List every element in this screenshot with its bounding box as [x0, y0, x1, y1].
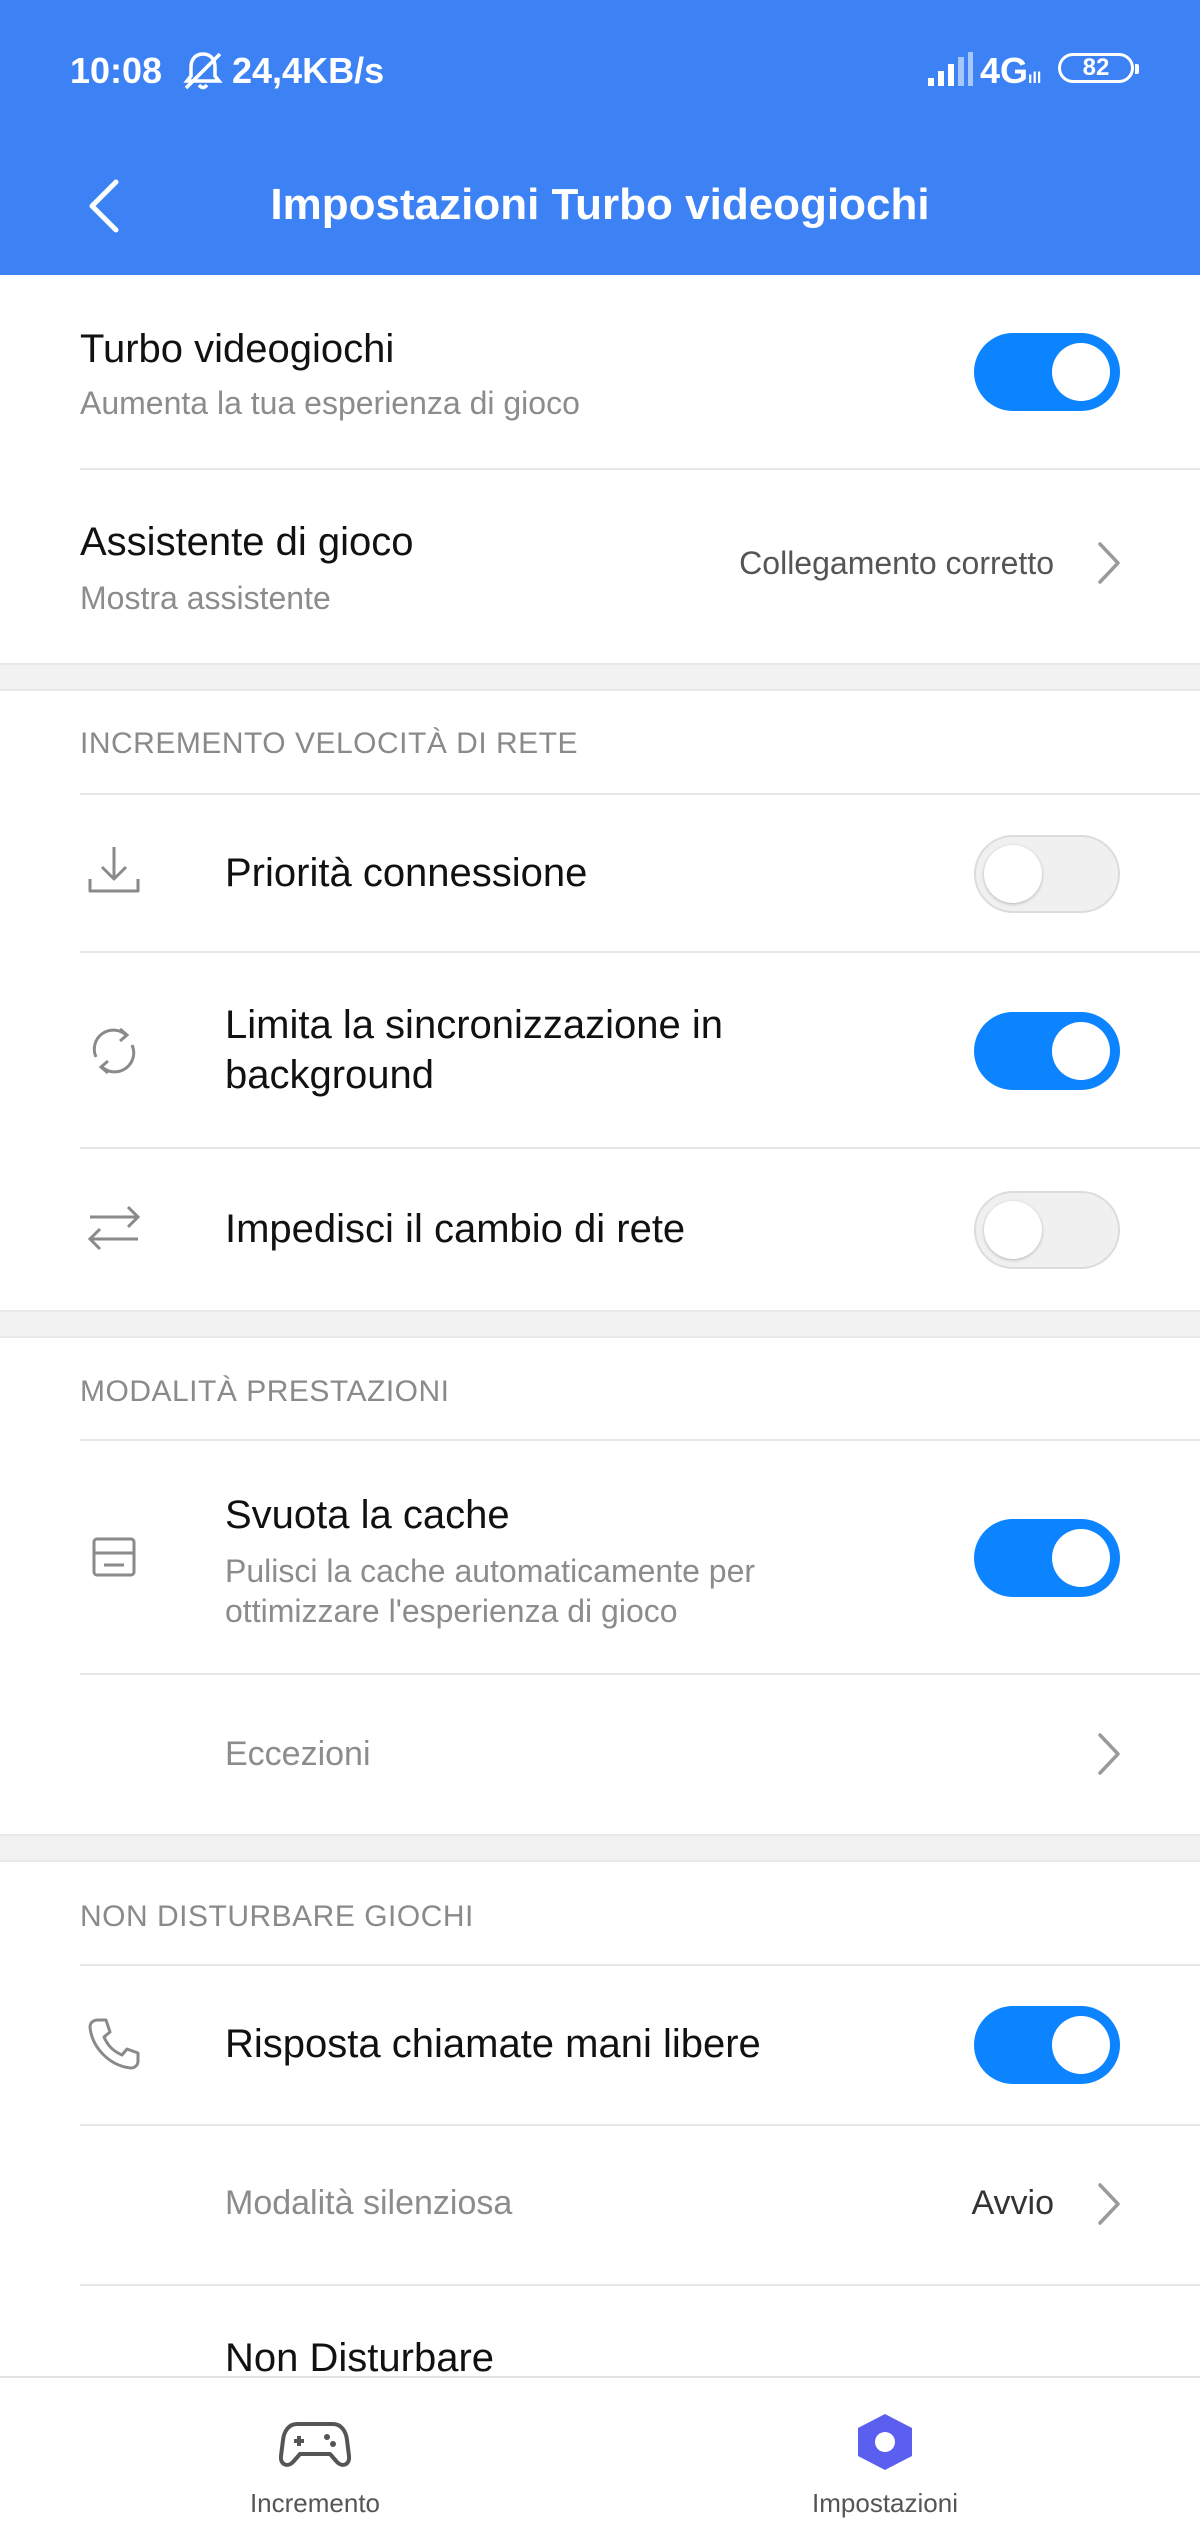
connection-priority-toggle[interactable]: [974, 835, 1120, 913]
swap-arrows-icon: [87, 1205, 141, 1251]
network-type-activity: ıll: [1028, 70, 1042, 87]
connection-priority-title: Priorità connessione: [225, 851, 588, 895]
network-type-label: 4G: [980, 50, 1029, 91]
battery-icon: 82: [1058, 53, 1139, 83]
nav-label-settings: Impostazioni: [812, 2488, 958, 2518]
toggle-knob: [1052, 1529, 1110, 1587]
settings-list: Turbo videogiochi Aumenta la tua esperie…: [0, 275, 1200, 2380]
prevent-network-switch-title: Impedisci il cambio di rete: [225, 1207, 686, 1251]
silent-mode-title: Modalità silenziosa: [225, 2184, 513, 2222]
page-title: Impostazioni Turbo videogiochi: [270, 180, 930, 229]
handsfree-answer-toggle[interactable]: [974, 2006, 1120, 2084]
network-type: 4Gıll: [980, 50, 1041, 92]
limit-background-sync-toggle[interactable]: [974, 1012, 1120, 1090]
storage-icon: [92, 1537, 136, 1577]
clear-cache-toggle[interactable]: [974, 1519, 1120, 1597]
limit-background-sync-row[interactable]: Limita la sincronizzazione in background: [0, 953, 1200, 1149]
clear-cache-title: Svuota la cache: [225, 1493, 510, 1537]
prevent-network-switch-row[interactable]: Impedisci il cambio di rete: [0, 1149, 1200, 1309]
gamepad-icon: [279, 2422, 351, 2467]
silent-mode-row[interactable]: Modalità silenziosa Avvio: [0, 2126, 1200, 2284]
chevron-right-icon: [1098, 1733, 1120, 1775]
nav-label-boost: Incremento: [249, 2488, 381, 2518]
section-separator: [0, 1834, 1200, 1862]
phone-icon: [88, 2018, 140, 2070]
nav-tab-boost[interactable]: Incremento: [15, 2378, 615, 2535]
sync-icon: [92, 1027, 136, 1075]
toggle-knob: [1052, 343, 1110, 401]
exceptions-title: Eccezioni: [225, 1735, 371, 1773]
game-assistant-status: Collegamento corretto: [739, 545, 1054, 581]
status-bar: 10:08 24,4KB/s 4Gıll 82: [0, 0, 1200, 140]
download-icon: [88, 847, 140, 893]
settings-gear-icon: [858, 2414, 912, 2470]
bottom-navigation: Incremento Impostazioni: [0, 2376, 1200, 2533]
toggle-knob: [984, 845, 1042, 903]
chevron-right-icon: [1098, 542, 1120, 584]
limit-background-sync-title-line2: background: [225, 1053, 435, 1097]
handsfree-answer-title: Risposta chiamate mani libere: [225, 2022, 761, 2066]
nav-tab-settings[interactable]: Impostazioni: [585, 2378, 1185, 2535]
prevent-network-switch-toggle[interactable]: [974, 1191, 1120, 1269]
network-section-header: INCREMENTO VELOCITÀ DI RETE: [80, 727, 579, 760]
do-not-disturb-title: Non Disturbare: [225, 2336, 495, 2380]
clear-cache-row[interactable]: Svuota la cache Pulisci la cache automat…: [0, 1441, 1200, 1673]
app-header: 10:08 24,4KB/s 4Gıll 82 Impostazioni Tur…: [0, 0, 1200, 275]
toggle-knob: [1052, 1022, 1110, 1080]
performance-section-header: MODALITÀ PRESTAZIONI: [80, 1375, 450, 1408]
connection-priority-row[interactable]: Priorità connessione: [0, 795, 1200, 953]
do-not-disturb-row[interactable]: Non Disturbare: [0, 2286, 1200, 2380]
chevron-right-icon: [1098, 2183, 1120, 2225]
toggle-knob: [1052, 2016, 1110, 2074]
game-assistant-title: Assistente di gioco: [80, 520, 414, 564]
game-assistant-subtitle: Mostra assistente: [80, 580, 331, 616]
handsfree-answer-row[interactable]: Risposta chiamate mani libere: [0, 1966, 1200, 2124]
clear-cache-subtitle-line1: Pulisci la cache automaticamente per: [225, 1553, 756, 1589]
limit-background-sync-title-line1: Limita la sincronizzazione in: [225, 1003, 724, 1047]
turbo-gaming-title: Turbo videogiochi: [80, 327, 395, 371]
status-time: 10:08: [70, 50, 163, 91]
turbo-gaming-toggle[interactable]: [974, 333, 1120, 411]
signal-strength-icon: [928, 52, 973, 86]
toggle-knob: [984, 1201, 1042, 1259]
section-separator: [0, 1310, 1200, 1338]
turbo-gaming-row[interactable]: Turbo videogiochi Aumenta la tua esperie…: [0, 275, 1200, 470]
exceptions-row[interactable]: Eccezioni: [0, 1675, 1200, 1833]
notifications-muted-icon: [183, 52, 223, 90]
clear-cache-subtitle-line2: ottimizzare l'esperienza di gioco: [225, 1593, 678, 1629]
network-speed: 24,4KB/s: [232, 50, 385, 91]
dnd-section-header: NON DISTURBARE GIOCHI: [80, 1900, 474, 1933]
game-assistant-row[interactable]: Assistente di gioco Mostra assistente Co…: [0, 470, 1200, 660]
silent-mode-value: Avvio: [971, 2184, 1054, 2222]
turbo-gaming-subtitle: Aumenta la tua esperienza di gioco: [80, 385, 580, 421]
section-separator: [0, 663, 1200, 691]
